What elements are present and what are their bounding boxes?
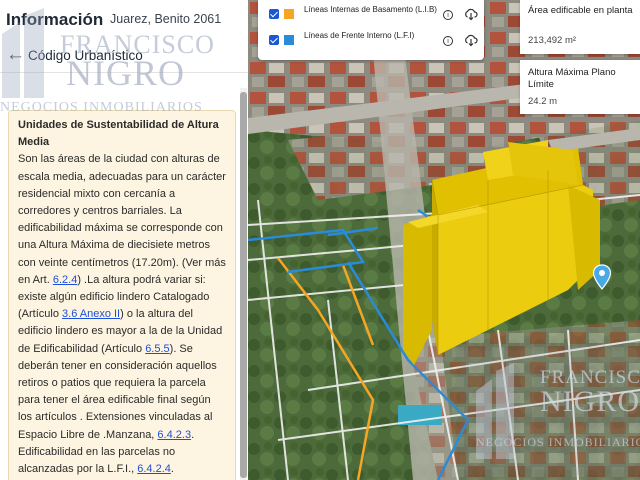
card-text: ). Se deberán tener en consideración aqu… [18, 342, 217, 441]
info-card: Unidades de Sustentabilidad de Altura Me… [8, 110, 236, 480]
location-pin-icon[interactable] [592, 264, 612, 290]
layers-legend: Líneas Internas de Basamento (L.I.B) i L… [258, 0, 484, 60]
back-arrow-icon[interactable]: ← [6, 44, 25, 66]
legend-label: Líneas de Frente Interno (L.F.I) [304, 31, 415, 40]
lib-checkbox[interactable] [269, 9, 279, 19]
card-body: Son las áreas de la ciudad con alturas d… [18, 151, 227, 478]
card-text: Son las áreas de la ciudad con alturas d… [18, 153, 226, 286]
height-value: 24.2 m [528, 96, 558, 107]
address-label: Juarez, Benito 2061 [110, 12, 222, 26]
area-value: 213,492 m² [528, 35, 577, 46]
divider [0, 72, 248, 73]
legend-row-lfi[interactable]: Líneas de Frente Interno (L.F.I) i [258, 28, 484, 54]
panel-header: Información Juarez, Benito 2061 [0, 0, 248, 36]
article-link-6-4-2-3[interactable]: 6.4.2.3 [157, 429, 191, 441]
cloud-download-icon[interactable] [464, 7, 478, 21]
lfi-color-swatch [284, 35, 294, 45]
cloud-download-icon[interactable] [464, 33, 478, 47]
info-icon[interactable]: i [443, 10, 453, 20]
height-stat-card: Altura Máxima Plano Límite 24.2 m [520, 60, 640, 114]
lfi-checkbox[interactable] [269, 35, 279, 45]
article-link-6-2-4[interactable]: 6.2.4 [53, 274, 77, 286]
height-label: Altura Máxima Plano Límite [528, 67, 616, 90]
area-label: Área edificable en planta [528, 5, 633, 16]
info-icon[interactable]: i [443, 36, 453, 46]
article-link-6-4-2-4[interactable]: 6.4.2.4 [137, 463, 171, 475]
article-link-6-5-5[interactable]: 6.5.5 [145, 343, 169, 355]
legend-label: Líneas Internas de Basamento (L.I.B) [304, 5, 437, 14]
card-text: . [170, 463, 174, 476]
lib-color-swatch [284, 9, 294, 19]
area-stat-card: Área edificable en planta 213,492 m² [520, 0, 640, 54]
scrollbar-thumb[interactable] [240, 92, 247, 478]
panel-title: Información [6, 10, 104, 29]
back-nav[interactable]: ← Código Urbanístico [0, 44, 248, 70]
section-title: Código Urbanístico [28, 48, 143, 63]
card-heading: Unidades de Sustentabilidad de Altura Me… [18, 119, 219, 149]
legend-row-lib[interactable]: Líneas Internas de Basamento (L.I.B) i [258, 2, 484, 28]
article-link-3-6-anexo-ii[interactable]: 3.6 Anexo II [62, 308, 120, 320]
info-panel: Información Juarez, Benito 2061 ← Código… [0, 0, 248, 480]
